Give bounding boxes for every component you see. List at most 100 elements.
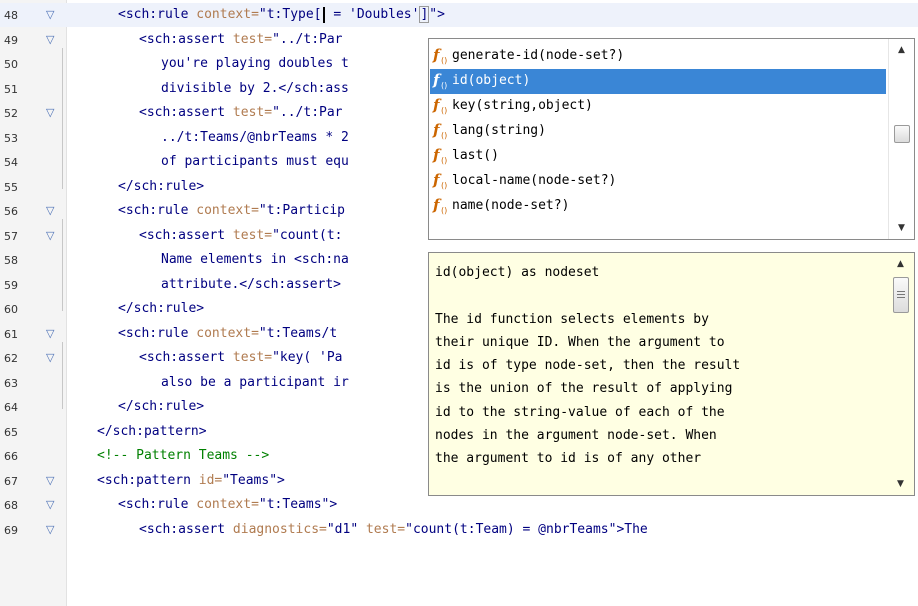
line-number: 53 [4, 131, 18, 145]
documentation-text: id(object) as nodeset The id function se… [435, 261, 883, 471]
function-icon: f() [433, 171, 448, 190]
line-number: 59 [4, 278, 18, 292]
documentation-line: the argument to id is of any other [435, 451, 702, 467]
documentation-line: is the union of the result of applying [435, 381, 733, 397]
scroll-up-icon[interactable]: ▲ [889, 41, 914, 59]
line-number: 65 [4, 425, 18, 439]
xml-tag: you're playing doubles t [161, 56, 349, 71]
fold-toggle-icon[interactable]: ▽ [46, 8, 54, 21]
line-number: 66 [4, 450, 18, 463]
documentation-scrollbar[interactable]: ▲ ▼ [888, 253, 914, 495]
code-text[interactable]: </sch:rule> [118, 179, 204, 195]
completion-item[interactable]: f() key(string,object) [430, 94, 886, 119]
xml-attribute-value: "t:Particip [258, 203, 345, 218]
documentation-line: nodes in the argument node-set. When [435, 428, 717, 444]
line-number: 63 [4, 376, 18, 390]
completion-item[interactable]: f() generate-id(node-set?) [430, 44, 886, 69]
xml-tag: Name elements in <sch:na [161, 252, 349, 267]
fold-toggle-icon[interactable]: ▽ [46, 327, 54, 340]
xml-tag: <sch:assert [139, 521, 233, 537]
line-number: 69 [4, 523, 18, 537]
code-text[interactable]: you're playing doubles t [161, 56, 349, 72]
fold-toggle-icon[interactable]: ▽ [46, 33, 54, 46]
fold-toggle-icon[interactable]: ▽ [46, 523, 54, 536]
fold-toggle-icon[interactable]: ▽ [46, 204, 54, 217]
fold-guide [62, 47, 63, 189]
xml-tag: <sch:assert [139, 105, 233, 120]
fold-toggle-icon[interactable]: ▽ [46, 498, 54, 511]
line-number: 54 [4, 156, 18, 169]
scroll-up-icon[interactable]: ▲ [888, 255, 913, 273]
code-text[interactable]: <sch:assert test="count(t: [139, 228, 343, 244]
code-text[interactable]: </sch:pattern> [97, 424, 207, 440]
code-line[interactable]: 69 ▽ <sch:assert diagnostics="d1" test="co… [0, 518, 918, 542]
code-text[interactable]: <sch:rule context="t:Teams/t [118, 326, 337, 342]
completion-item[interactable]: f() local-name(node-set?) [430, 169, 886, 194]
code-text[interactable]: <sch:assert diagnostics="d1" test="count… [139, 522, 648, 538]
fold-toggle-icon[interactable]: ▽ [46, 106, 54, 119]
line-number: 55 [4, 180, 18, 194]
code-text[interactable]: <sch:rule context="t:Teams"> [118, 497, 337, 513]
xml-attribute: test= [232, 105, 273, 120]
code-text[interactable]: <sch:pattern id="Teams"> [97, 473, 285, 489]
code-line[interactable]: 48 ▽ <sch:rule context="t:Type[ = 'Doubles… [0, 3, 918, 27]
code-text[interactable]: <sch:rule context="t:Particip [118, 203, 345, 219]
xml-tag: </sch:rule> [118, 301, 205, 316]
fold-toggle-icon[interactable]: ▽ [46, 351, 54, 364]
code-text[interactable]: </sch:rule> [118, 399, 204, 415]
completion-item[interactable]: f() last() [430, 144, 886, 169]
code-text[interactable]: <sch:assert test="key( 'Pa [139, 350, 343, 366]
function-icon: f() [433, 196, 448, 215]
fold-toggle-icon[interactable]: ▽ [46, 474, 54, 487]
completion-item-label: generate-id(node-set?) [452, 48, 625, 63]
xml-attribute-value: "count(t: [272, 227, 343, 243]
xml-attribute-value: "t:Teams" [258, 497, 330, 512]
line-number: 61 [4, 327, 18, 341]
code-text[interactable]: <!-- Pattern Teams --> [97, 448, 269, 464]
text-caret [322, 7, 325, 23]
code-text[interactable]: Name elements in <sch:na [161, 252, 349, 268]
xml-attribute-value: "d1" [326, 521, 359, 537]
code-text[interactable]: also be a participant ir [161, 375, 349, 391]
code-text[interactable]: divisible by 2.</sch:ass [161, 81, 349, 97]
code-text[interactable]: <sch:rule context="t:Type[ = 'Doubles']"… [118, 6, 445, 23]
scroll-down-icon[interactable]: ▼ [889, 219, 914, 237]
xml-attribute-value: ] [419, 6, 430, 23]
completion-item-label: local-name(node-set?) [452, 173, 617, 188]
scroll-down-icon[interactable]: ▼ [888, 475, 913, 493]
scroll-thumb[interactable] [894, 125, 910, 143]
line-number: 51 [4, 82, 18, 96]
xml-attribute-value: "../t:Par [272, 105, 343, 120]
xml-tag: also be a participant ir [161, 374, 349, 390]
code-text[interactable]: </sch:rule> [118, 301, 204, 317]
xml-tag: </sch:rule> [118, 178, 205, 194]
completion-item[interactable]: f() name(node-set?) [430, 194, 886, 219]
code-line[interactable]: 68 ▽ <sch:rule context="t:Teams"> [0, 493, 918, 517]
xml-attribute: test= [232, 31, 273, 47]
code-text[interactable]: <sch:assert test="../t:Par [139, 32, 343, 48]
completion-item[interactable]: f() lang(string) [430, 119, 886, 144]
xml-attribute-value: = 'Doubles' [325, 7, 420, 22]
code-text[interactable]: attribute.</sch:assert> [161, 277, 341, 293]
completion-scrollbar[interactable]: ▲ ▼ [888, 39, 914, 239]
completion-item[interactable]: f() id(object) [430, 69, 886, 94]
xml-attribute: context= [196, 203, 259, 218]
content-completion-popup[interactable]: f() generate-id(node-set?) f() id(object) f(… [428, 38, 915, 240]
line-number: 67 [4, 474, 18, 488]
code-text[interactable]: ../t:Teams/@nbrTeams * 2 [161, 130, 349, 146]
function-icon: f() [433, 121, 448, 140]
xml-tag: divisible by 2.</sch:ass [161, 80, 349, 96]
function-icon: f() [433, 71, 448, 90]
xml-tag: <sch:rule [118, 7, 197, 22]
xml-tag: <sch:assert [139, 31, 233, 47]
xml-tag: </sch:pattern> [97, 423, 207, 439]
code-text[interactable]: of participants must equ [161, 154, 349, 170]
fold-guide [62, 219, 63, 311]
code-text[interactable]: <sch:assert test="../t:Par [139, 105, 343, 121]
xml-attribute-value: "../t:Par [272, 31, 343, 47]
xml-attribute: test= [232, 227, 273, 243]
xml-tag: <sch:assert [139, 350, 233, 365]
fold-toggle-icon[interactable]: ▽ [46, 229, 54, 242]
xml-attribute: test= [358, 521, 406, 537]
scroll-thumb[interactable] [893, 277, 909, 313]
